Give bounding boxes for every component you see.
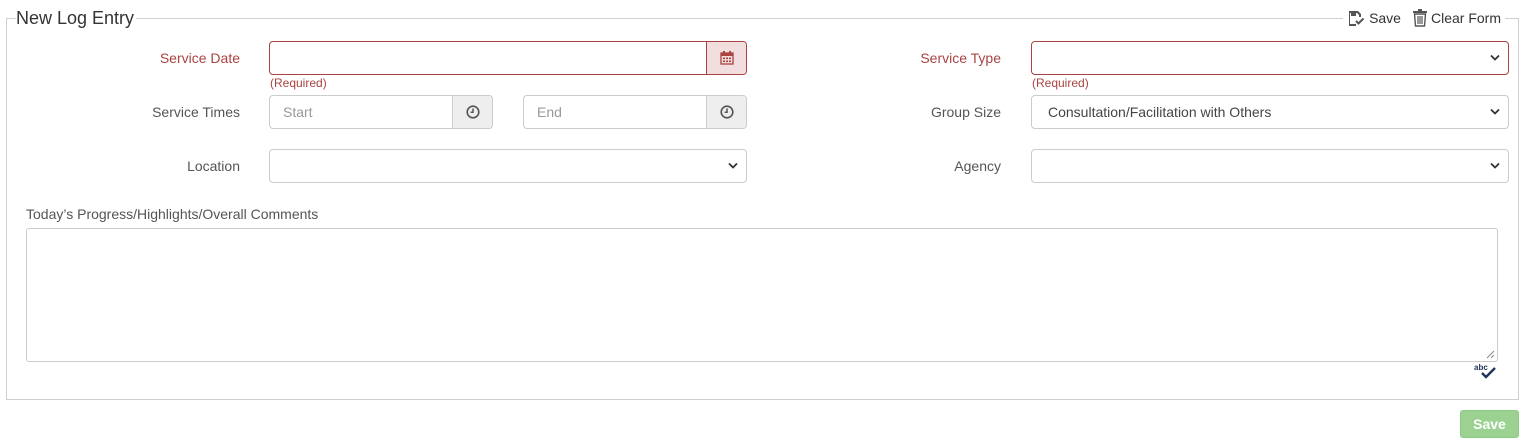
toolbar-save-button[interactable]: Save — [1347, 8, 1401, 28]
chevron-down-icon — [1490, 54, 1500, 61]
calendar-button[interactable] — [706, 42, 746, 74]
group-size-value: Consultation/Facilitation with Others — [1048, 104, 1272, 120]
trash-icon — [1412, 9, 1427, 27]
spellcheck-icon: abc — [1474, 363, 1496, 379]
clear-form-button[interactable]: Clear Form — [1412, 8, 1501, 28]
resize-grip-icon[interactable] — [1486, 350, 1495, 359]
clear-form-label: Clear Form — [1430, 10, 1501, 26]
calendar-icon — [719, 51, 734, 65]
save-button[interactable]: Save — [1460, 410, 1519, 438]
comments-textarea[interactable] — [26, 228, 1498, 362]
location-label: Location — [187, 158, 240, 174]
save-icon — [1347, 9, 1365, 27]
chevron-down-icon — [728, 162, 738, 169]
chevron-down-icon — [1490, 162, 1500, 169]
svg-text:abc: abc — [1474, 363, 1488, 372]
clock-icon — [465, 105, 480, 119]
form-toolbar: Save Clear Form — [1343, 8, 1505, 28]
toolbar-save-label: Save — [1369, 10, 1401, 26]
service-type-select[interactable] — [1031, 41, 1509, 75]
agency-label: Agency — [954, 158, 1001, 174]
start-time-placeholder: Start — [283, 104, 313, 120]
chevron-down-icon — [1490, 108, 1500, 115]
agency-select[interactable] — [1031, 149, 1509, 183]
comments-label: Today’s Progress/Highlights/Overall Comm… — [26, 206, 319, 222]
end-time-placeholder: End — [537, 104, 562, 120]
service-date-field[interactable] — [269, 41, 747, 75]
service-type-help: (Required) — [1032, 76, 1089, 90]
start-clock-button[interactable] — [452, 96, 492, 128]
start-time-field[interactable]: Start — [269, 95, 493, 129]
group-size-label: Group Size — [930, 104, 1001, 120]
service-date-label: Service Date — [159, 50, 240, 66]
group-size-select[interactable]: Consultation/Facilitation with Others — [1031, 95, 1509, 129]
service-date-help: (Required) — [270, 76, 327, 90]
end-clock-button[interactable] — [706, 96, 746, 128]
spellcheck-button[interactable]: abc — [1473, 362, 1499, 383]
form-legend: New Log Entry — [16, 8, 137, 28]
service-times-label: Service Times — [152, 104, 240, 120]
service-type-label: Service Type — [920, 50, 1001, 66]
clock-icon — [719, 105, 734, 119]
location-select[interactable] — [269, 149, 747, 183]
end-time-field[interactable]: End — [523, 95, 747, 129]
